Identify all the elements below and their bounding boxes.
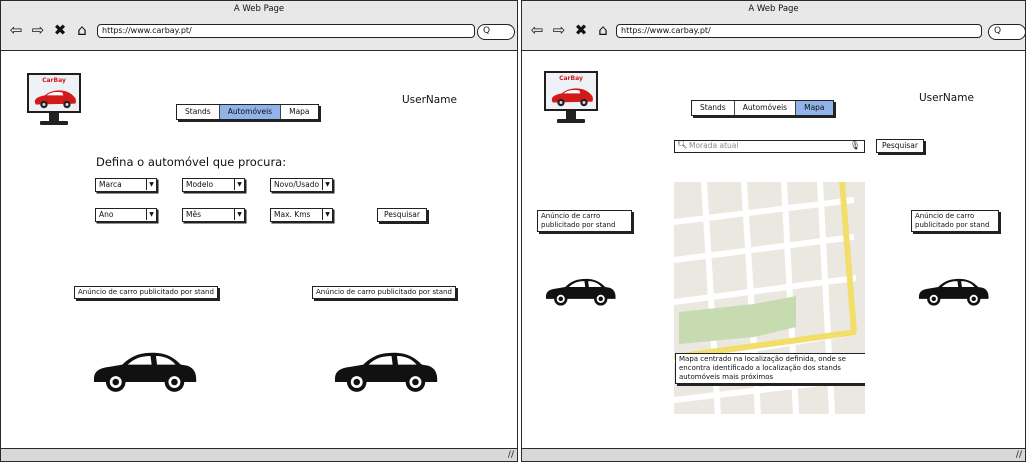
address-search-input[interactable]: 🔍︎ Morada atual 🎙︎ [674,140,865,153]
username-label[interactable]: UserName [402,94,457,106]
pesquisar-button[interactable]: Pesquisar [377,208,427,222]
chevron-down-icon: ▼ [322,209,332,220]
ad-caption-left: Anúncio de carro publicitado por stand [74,286,218,299]
close-icon[interactable]: ✖ [572,22,590,38]
window-title: A Web Page [233,4,285,14]
ad-caption-right: Anúncio de carro publicitado por stand [911,210,999,232]
home-icon[interactable]: ⌂ [73,22,91,38]
browser-toolbar: A Web Page ⇦ ⇨ ✖ ⌂ https://www.carbay.pt… [1,1,517,51]
url-bar[interactable]: https://www.carbay.pt/ [97,24,475,38]
search-icon: 🔍︎ [677,140,688,149]
pesquisar-button[interactable]: Pesquisar [876,139,924,153]
username-label[interactable]: UserName [919,92,974,104]
carbay-logo[interactable]: CarBay [27,73,81,131]
tab-stands[interactable]: Stands [692,101,735,115]
browser-search-button[interactable]: Q [477,24,515,40]
marca-select[interactable]: Marca ▼ [95,178,157,192]
logo-car-icon [549,85,595,109]
novo-usado-select[interactable]: Novo/Usado ▼ [270,178,333,192]
ano-value: Ano [99,210,114,219]
mes-value: Mês [186,210,201,219]
map-description-note: Mapa centrado na localização definida, o… [675,353,865,384]
chevron-down-icon: ▼ [234,179,244,190]
modelo-value: Modelo [186,180,214,189]
arrow-left-icon[interactable]: ⇦ [7,22,25,38]
stands-map[interactable]: Mapa centrado na localização definida, o… [674,182,865,414]
resize-grip-icon[interactable]: // [508,450,514,460]
url-bar[interactable]: https://www.carbay.pt/ [616,24,982,38]
chevron-down-icon: ▼ [146,209,156,220]
window-title: A Web Page [748,4,799,14]
arrow-left-icon[interactable]: ⇦ [528,22,546,38]
browser-window-automoveis: A Web Page ⇦ ⇨ ✖ ⌂ https://www.carbay.pt… [0,0,518,462]
close-icon[interactable]: ✖ [51,22,69,38]
ano-select[interactable]: Ano ▼ [95,208,157,222]
max-kms-select[interactable]: Max. Kms ▼ [270,208,333,222]
novo-usado-value: Novo/Usado [274,180,320,189]
page-heading: Defina o automóvel que procura: [96,155,287,169]
tab-automoveis[interactable]: Automóveis [735,101,797,115]
chevron-down-icon: ▼ [146,179,156,190]
tab-mapa[interactable]: Mapa [281,105,317,119]
browser-toolbar: A Web Page ⇦ ⇨ ✖ ⌂ https://www.carbay.pt… [522,1,1026,51]
tab-automoveis[interactable]: Automóveis [219,105,282,119]
tab-stands[interactable]: Stands [177,105,220,119]
browser-search-button[interactable]: Q [988,24,1026,40]
microphone-icon[interactable]: 🎙︎ [850,141,860,151]
modelo-select[interactable]: Modelo ▼ [182,178,245,192]
mes-select[interactable]: Mês ▼ [182,208,245,222]
car-icon[interactable] [916,269,990,311]
arrow-right-icon[interactable]: ⇨ [550,22,568,38]
car-icon[interactable] [87,344,201,394]
home-icon[interactable]: ⌂ [594,22,612,38]
ad-caption-right: Anúncio de carro publicitado por stand [312,286,456,299]
arrow-right-icon[interactable]: ⇨ [29,22,47,38]
car-icon[interactable] [543,269,617,311]
chevron-down-icon: ▼ [234,209,244,220]
resize-grip-icon[interactable]: // [1016,450,1022,460]
carbay-logo[interactable]: CarBay [544,71,598,129]
chevron-down-icon: ▼ [322,179,332,190]
logo-car-icon [32,87,78,111]
browser-window-mapa: A Web Page ⇦ ⇨ ✖ ⌂ https://www.carbay.pt… [521,0,1026,462]
main-nav-tabs: Stands Automóveis Mapa [176,104,319,120]
main-nav-tabs: Stands Automóveis Mapa [691,100,834,116]
ad-caption-left: Anúncio de carro publicitado por stand [537,210,632,232]
logo-brand-text: CarBay [42,77,66,84]
address-placeholder: Morada atual [689,141,739,150]
browser-status-bar: // [522,448,1025,461]
marca-value: Marca [99,180,122,189]
browser-status-bar: // [1,448,517,461]
car-icon[interactable] [328,344,442,394]
logo-brand-text: CarBay [559,75,583,82]
max-kms-value: Max. Kms [274,210,311,219]
tab-mapa[interactable]: Mapa [796,101,833,115]
